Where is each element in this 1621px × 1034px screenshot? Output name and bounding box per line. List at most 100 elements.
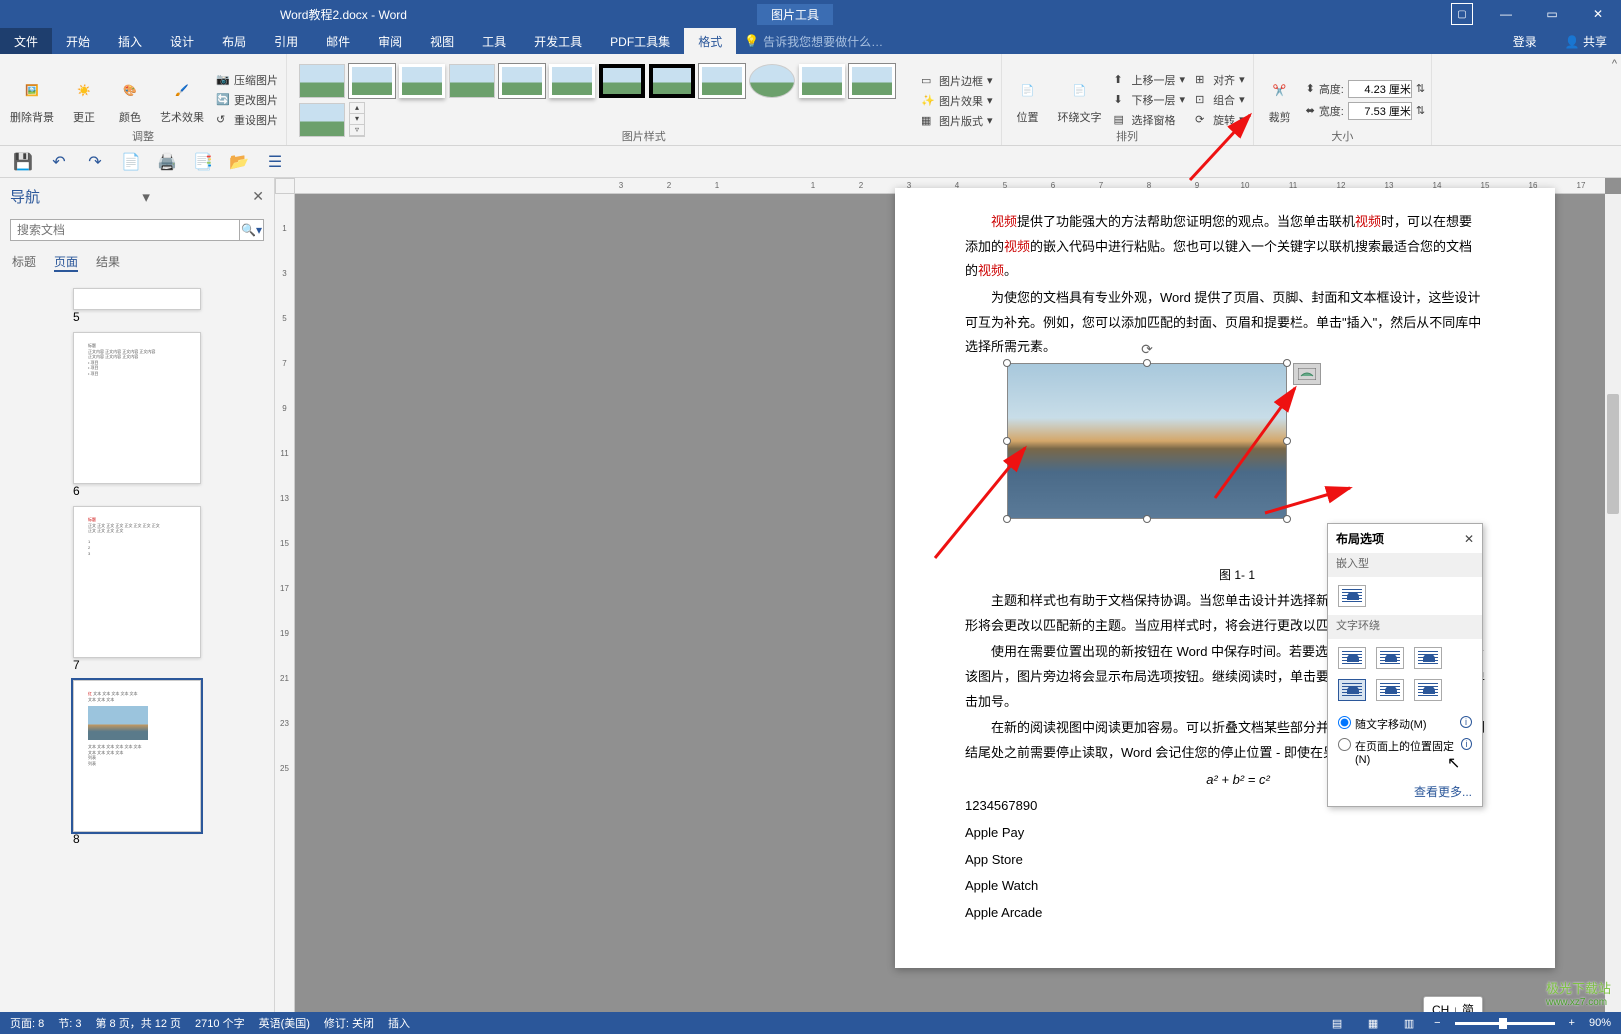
read-mode-icon[interactable]: ▤ [1326,1015,1348,1031]
share-button[interactable]: 👤 共享 [1551,28,1621,54]
crop-button[interactable]: ✂️裁剪 [1260,73,1300,127]
vertical-ruler[interactable]: 135791113151719212325 [275,194,295,1012]
zoom-level[interactable]: 90% [1589,1017,1611,1029]
selection-pane-button[interactable]: ▤选择窗格 [1112,111,1188,129]
tab-review[interactable]: 审阅 [364,28,416,54]
rotate-button[interactable]: ⟳旋转 ▾ [1193,111,1247,129]
nav-dropdown-icon[interactable]: ▾ [142,188,150,206]
status-section[interactable]: 节: 3 [58,1015,81,1031]
wrap-square-option[interactable] [1338,647,1366,669]
ime-indicator[interactable]: CH ↓ 简 [1423,996,1483,1012]
page-thumb[interactable]: 红 文本 文本 文本 文本 文本文本 文本 文本文本 文本 文本 文本 文本 文… [73,680,201,846]
align-button[interactable]: ⊞对齐 ▾ [1193,71,1247,89]
wrap-through-option[interactable] [1414,647,1442,669]
redo-icon[interactable]: ↷ [86,153,104,171]
print-preview-icon[interactable]: 🖨️ [158,153,176,171]
list-item[interactable]: Apple Pay [965,821,1485,846]
tab-insert[interactable]: 插入 [104,28,156,54]
zoom-in-icon[interactable]: + [1569,1017,1575,1029]
tab-view[interactable]: 视图 [416,28,468,54]
status-pages[interactable]: 第 8 页，共 12 页 [95,1015,181,1031]
maximize-button[interactable]: ▭ [1529,0,1575,28]
tab-pdf[interactable]: PDF工具集 [596,28,684,54]
style-thumb[interactable] [349,64,395,98]
style-thumb[interactable] [599,64,645,98]
tab-mailings[interactable]: 邮件 [312,28,364,54]
wrap-inline-option[interactable] [1338,585,1366,607]
position-button[interactable]: 📄位置 [1008,73,1048,127]
picture-border-button[interactable]: ▭图片边框 ▾ [919,72,995,90]
tab-layout[interactable]: 布局 [208,28,260,54]
popup-close-icon[interactable]: ✕ [1464,532,1474,546]
list-item[interactable]: App Store [965,848,1485,873]
height-input[interactable] [1348,80,1412,98]
vertical-scrollbar[interactable] [1605,194,1621,1012]
status-page[interactable]: 页面: 8 [10,1015,44,1031]
list-item[interactable]: Apple Arcade [965,901,1485,926]
change-picture-button[interactable]: 🔄更改图片 [214,91,280,109]
search-icon[interactable]: 🔍▾ [239,220,263,240]
wrap-behind-option[interactable] [1376,679,1404,701]
group-button[interactable]: ⊡组合 ▾ [1193,91,1247,109]
list-item[interactable]: Apple Watch [965,874,1485,899]
undo-icon[interactable]: ↶ [50,153,68,171]
layout-options-icon[interactable] [1293,363,1321,385]
style-thumb[interactable] [799,64,845,98]
minimize-button[interactable]: — [1483,0,1529,28]
tab-developer[interactable]: 开发工具 [520,28,596,54]
close-button[interactable]: ✕ [1575,0,1621,28]
collapse-ribbon-icon[interactable]: ^ [1608,54,1621,145]
gallery-up-icon[interactable]: ▴ [350,103,364,114]
nav-tab-results[interactable]: 结果 [96,253,120,272]
nav-tab-headings[interactable]: 标题 [12,253,36,272]
paragraph[interactable]: 视频提供了功能强大的方法帮助您证明您的观点。当您单击联机视频时，可以在想要添加的… [965,210,1485,284]
fix-position-radio[interactable]: 在页面上的位置固定(N)i [1338,735,1472,769]
web-layout-icon[interactable]: ▥ [1398,1015,1420,1031]
login-button[interactable]: 登录 [1499,28,1551,54]
status-words[interactable]: 2710 个字 [195,1015,245,1031]
page-thumb[interactable]: 标题正文内容 正文内容 正文内容 正文内容正文内容 正文内容 正文内容• 项目•… [73,332,201,498]
width-input[interactable] [1348,102,1412,120]
artistic-effects-button[interactable]: 🖌️艺术效果 [156,73,208,127]
status-language[interactable]: 英语(美国) [259,1015,310,1031]
tab-home[interactable]: 开始 [52,28,104,54]
style-thumb[interactable] [849,64,895,98]
search-input[interactable] [11,220,239,240]
info-icon[interactable]: i [1461,738,1472,750]
page-thumb[interactable]: 5 [73,288,201,324]
nav-tab-pages[interactable]: 页面 [54,253,78,272]
wrap-topbottom-option[interactable] [1338,679,1366,701]
spinner-icon[interactable]: ⇅ [1416,104,1425,117]
style-thumb[interactable] [299,64,345,98]
picture-effects-button[interactable]: ✨图片效果 ▾ [919,92,995,110]
tab-format[interactable]: 格式 [684,28,736,54]
wrap-text-button[interactable]: 📄环绕文字 [1054,73,1106,127]
touch-mode-icon[interactable]: ☰ [266,153,284,171]
rotation-handle-icon[interactable]: ⟳ [1141,341,1153,358]
bring-forward-button[interactable]: ⬆上移一层 ▾ [1112,71,1188,89]
ribbon-display-icon[interactable]: ▢ [1451,3,1473,25]
tab-references[interactable]: 引用 [260,28,312,54]
tab-file[interactable]: 文件 [0,28,52,54]
print-layout-icon[interactable]: ▦ [1362,1015,1384,1031]
paragraph[interactable]: 为使您的文档具有专业外观，Word 提供了页眉、页脚、封面和文本框设计，这些设计… [965,286,1485,360]
save-icon[interactable]: 💾 [14,153,32,171]
remove-background-button[interactable]: 🖼️删除背景 [6,73,58,127]
tab-tools[interactable]: 工具 [468,28,520,54]
style-thumb[interactable] [749,64,795,98]
new-icon[interactable]: 📄 [122,153,140,171]
style-thumb[interactable] [549,64,595,98]
style-thumb[interactable] [399,64,445,98]
gallery-down-icon[interactable]: ▾ [350,114,364,125]
status-track[interactable]: 修订: 关闭 [324,1015,374,1031]
color-button[interactable]: 🎨颜色 [110,73,150,127]
reset-picture-button[interactable]: ↺重设图片 [214,111,280,129]
style-thumb[interactable] [449,64,495,98]
selected-picture[interactable]: ⟳ [1007,363,1287,519]
wrap-tight-option[interactable] [1376,647,1404,669]
zoom-slider[interactable] [1455,1022,1555,1025]
info-icon[interactable]: i [1460,716,1472,728]
tell-me-search[interactable]: 💡 告诉我您想要做什么… [744,28,883,54]
print-icon[interactable]: 📑 [194,153,212,171]
spinner-icon[interactable]: ⇅ [1416,82,1425,95]
